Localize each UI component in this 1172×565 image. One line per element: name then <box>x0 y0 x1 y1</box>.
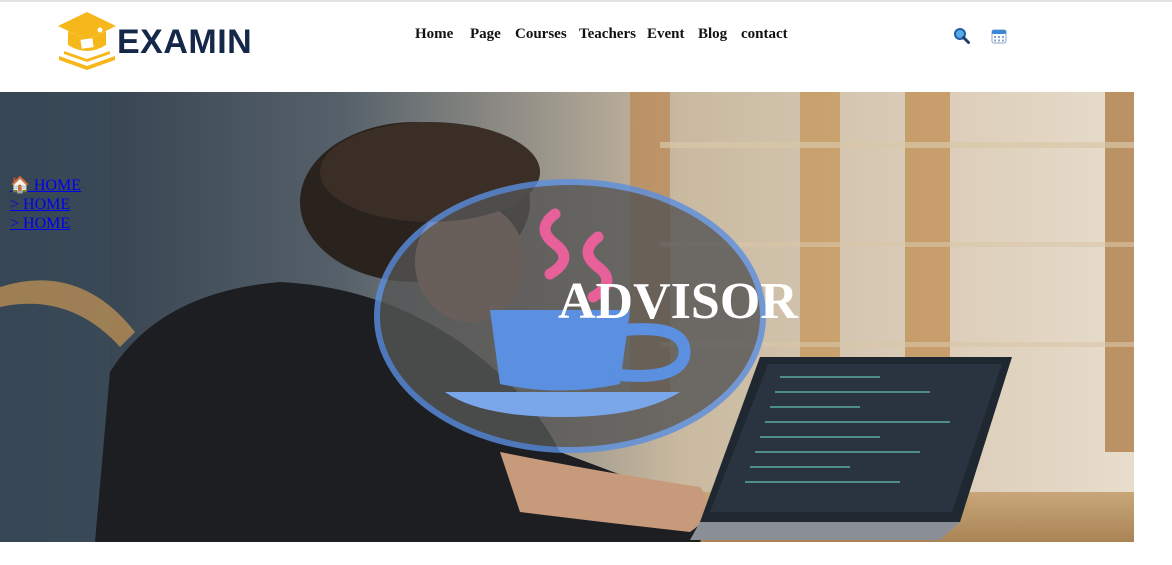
breadcrumb-home-link[interactable]: 🏠 HOME <box>10 176 81 195</box>
calendar-button[interactable] <box>990 27 1008 45</box>
calendar-icon <box>991 29 1007 44</box>
hero-title: ADVISOR <box>558 273 798 330</box>
breadcrumb: 🏠 HOME > HOME > HOME <box>10 176 81 233</box>
nav-item-event[interactable]: Event <box>647 24 685 44</box>
nav-item-blog[interactable]: Blog <box>698 24 727 44</box>
search-icon <box>954 28 970 44</box>
nav-item-home[interactable]: Home <box>415 24 453 44</box>
hero-banner: ADVISOR <box>0 92 1134 542</box>
breadcrumb-link[interactable]: > HOME <box>10 195 81 214</box>
logo-text[interactable]: EXAMIN <box>117 22 252 62</box>
nav-item-contact[interactable]: contact <box>741 24 788 44</box>
top-border <box>0 0 1172 2</box>
nav-item-page[interactable]: Page <box>470 24 501 44</box>
graduation-cap-icon <box>58 12 116 70</box>
nav-item-courses[interactable]: Courses <box>515 24 567 44</box>
nav-item-teachers[interactable]: Teachers <box>579 24 636 44</box>
search-button[interactable] <box>953 27 971 45</box>
breadcrumb-link[interactable]: > HOME <box>10 214 81 233</box>
